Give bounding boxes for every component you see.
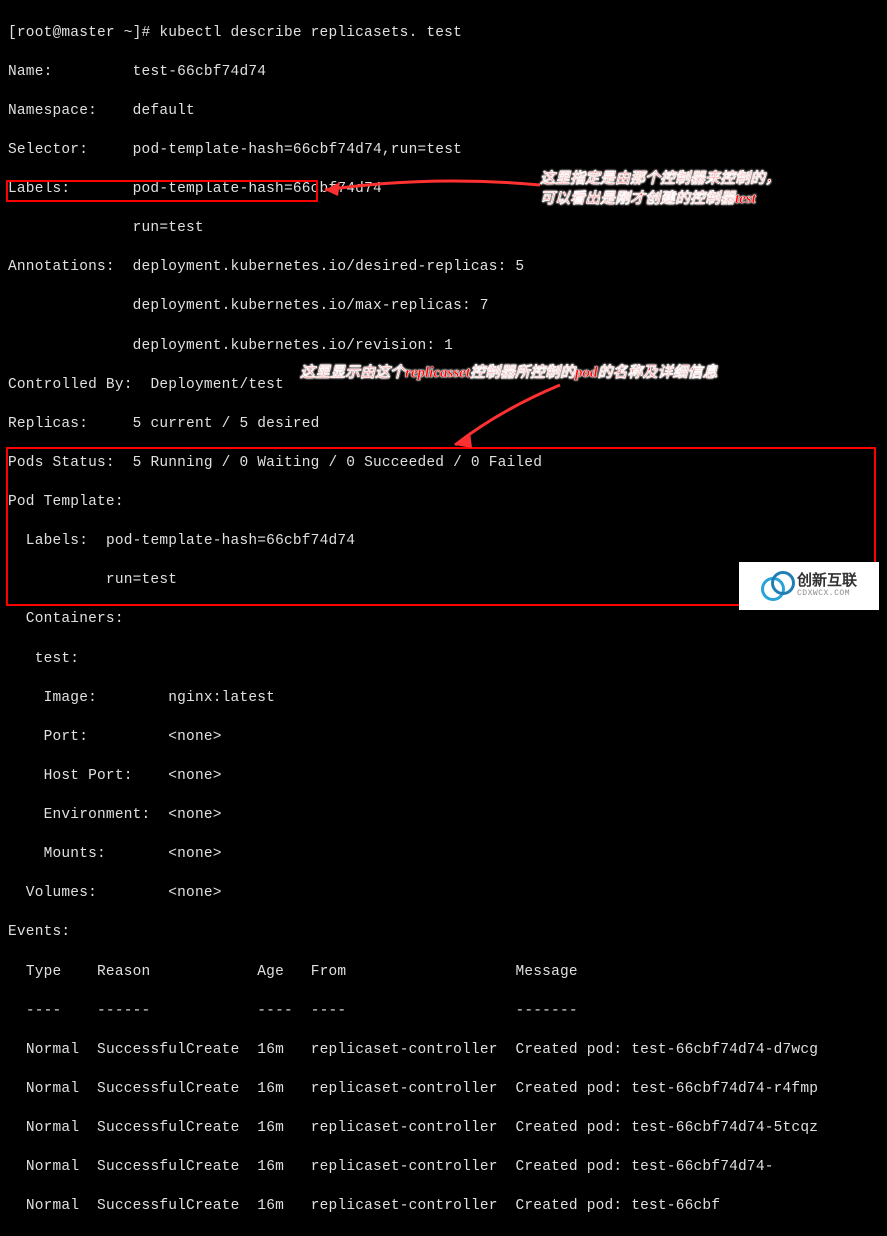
col-age: Age [257, 964, 284, 980]
field-labels-value2: run=test [133, 220, 204, 236]
mounts-label: Mounts: [8, 846, 106, 862]
div-age: ---- [257, 1003, 293, 1019]
field-annotations-value1: deployment.kubernetes.io/desired-replica… [133, 259, 525, 275]
env-value: <none> [168, 807, 221, 823]
hostport-label: Host Port: [8, 768, 133, 784]
watermark-logo: 创新互联 CDXWCX.COM [739, 562, 879, 610]
col-from: From [311, 964, 347, 980]
div-type: ---- [26, 1003, 62, 1019]
env-label: Environment: [8, 807, 150, 823]
watermark-icon [761, 571, 791, 601]
field-pods-status-value: 5 Running / 0 Waiting / 0 Succeeded / 0 … [133, 455, 542, 471]
div-message: ------- [515, 1003, 577, 1019]
field-name-label: Name: [8, 64, 53, 80]
field-annotations-value3: deployment.kubernetes.io/revision: 1 [133, 338, 453, 354]
field-namespace-label: Namespace: [8, 103, 97, 119]
pt-labels-value2: run=test [8, 572, 177, 588]
port-value: <none> [168, 729, 221, 745]
watermark-sub: CDXWCX.COM [797, 590, 857, 599]
field-pod-template-label: Pod Template: [8, 494, 124, 510]
field-replicas-label: Replicas: [8, 416, 88, 432]
image-value: nginx:latest [168, 690, 275, 706]
col-type: Type [26, 964, 62, 980]
field-annotations-label: Annotations: [8, 259, 115, 275]
field-replicas-value: 5 current / 5 desired [133, 416, 320, 432]
event-row: Normal SuccessfulCreate 16m replicaset-c… [8, 1080, 879, 1100]
events-header: Events: [8, 924, 70, 940]
volumes-label: Volumes: [8, 885, 97, 901]
field-controlled-value: Deployment/test [150, 377, 284, 393]
field-controlled-label: Controlled By: [8, 377, 133, 393]
pt-labels-label: Labels: [8, 533, 88, 549]
command: kubectl describe replicasets. test [159, 25, 462, 41]
field-namespace-value: default [133, 103, 195, 119]
annotation-controlled-by: 这里指定是由那个控制器来控制的， 可以看出是刚才创建的控制器test [540, 170, 780, 209]
mounts-value: <none> [168, 846, 221, 862]
event-row: Normal SuccessfulCreate 16m replicaset-c… [8, 1041, 879, 1061]
pt-labels-value1: pod-template-hash=66cbf74d74 [106, 533, 355, 549]
field-selector-value: pod-template-hash=66cbf74d74,run=test [133, 142, 462, 158]
container-name: test: [8, 651, 79, 667]
field-pods-status-label: Pods Status: [8, 455, 115, 471]
annotation-events: 这里显示由这个replicasset控制器所控制的pod的名称及详细信息 [300, 364, 718, 384]
field-labels-value1: pod-template-hash=66cbf74d74 [133, 181, 382, 197]
volumes-value: <none> [168, 885, 221, 901]
watermark-brand: 创新互联 [797, 573, 857, 590]
field-labels-label: Labels: [8, 181, 70, 197]
shell-prompt: [root@master ~]# [8, 25, 159, 41]
field-name-value: test-66cbf74d74 [133, 64, 267, 80]
event-row: Normal SuccessfulCreate 16m replicaset-c… [8, 1158, 879, 1178]
containers-label: Containers: [8, 611, 124, 627]
port-label: Port: [8, 729, 88, 745]
div-reason: ------ [97, 1003, 150, 1019]
image-label: Image: [8, 690, 97, 706]
col-message: Message [515, 964, 577, 980]
hostport-value: <none> [168, 768, 221, 784]
field-annotations-value2: deployment.kubernetes.io/max-replicas: 7 [133, 298, 489, 314]
event-row: Normal SuccessfulCreate 16m replicaset-c… [8, 1119, 879, 1139]
col-reason: Reason [97, 964, 150, 980]
div-from: ---- [311, 1003, 347, 1019]
field-selector-label: Selector: [8, 142, 88, 158]
event-row: Normal SuccessfulCreate 16m replicaset-c… [8, 1197, 879, 1217]
